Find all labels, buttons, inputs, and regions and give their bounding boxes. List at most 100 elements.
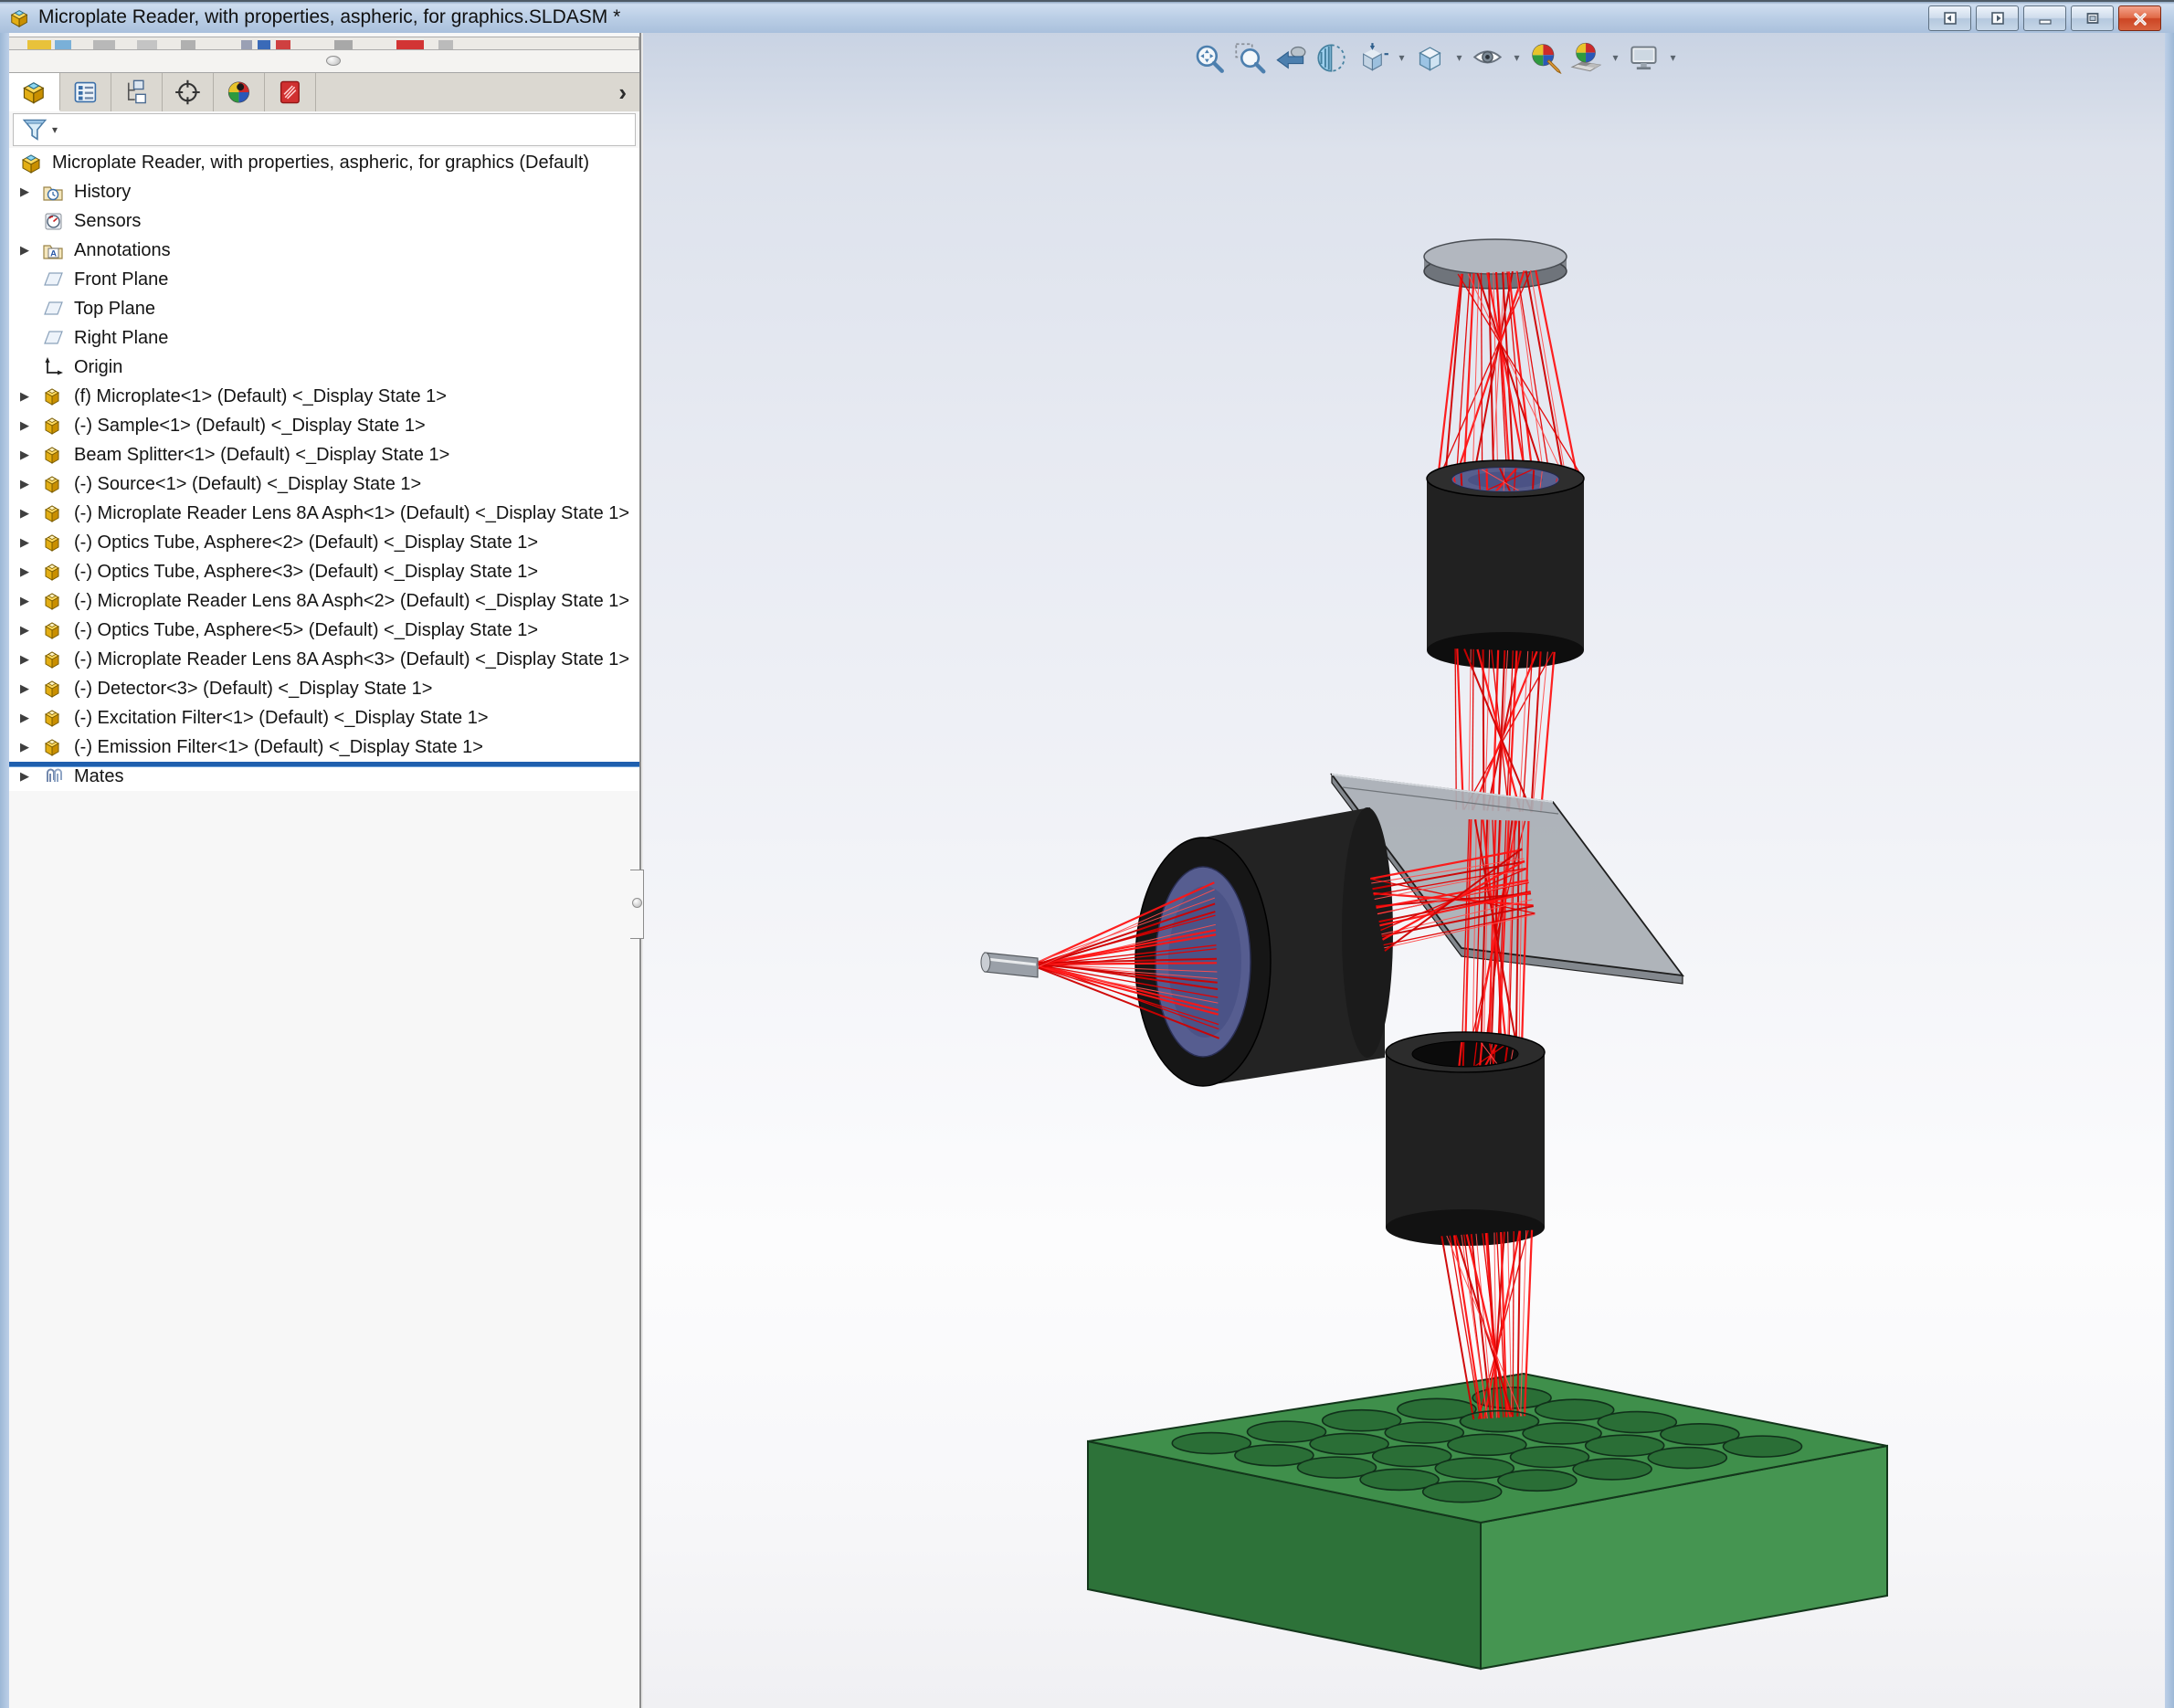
tree-item-detector-3[interactable]: ▶ (-) Detector<3> (Default) <_Display St…: [9, 674, 639, 703]
expand-arrow-icon[interactable]: ▶: [20, 594, 42, 608]
tab-dimxpert-manager[interactable]: [163, 73, 214, 111]
panel-vertical-splitter[interactable]: [630, 870, 644, 939]
rollback-bar[interactable]: [9, 762, 639, 766]
pane-sliver-fragment: [137, 40, 157, 50]
hide-show-items-dropdown-arrow[interactable]: ▾: [1510, 51, 1524, 64]
detector-disk-3d[interactable]: [1424, 239, 1567, 289]
well-2-4[interactable]: [1573, 1459, 1652, 1480]
tree-item-source-1[interactable]: ▶ (-) Source<1> (Default) <_Display Stat…: [9, 469, 639, 499]
tree-item-label: Top Plane: [74, 299, 155, 320]
tree-item-label: Sensors: [74, 211, 141, 232]
expand-arrow-icon[interactable]: ▶: [20, 623, 42, 638]
minimize-button[interactable]: [2023, 5, 2066, 31]
tree-item-top-plane[interactable]: Top Plane: [9, 294, 639, 323]
tree-item-mr-lens-8a-asph-3[interactable]: ▶ (-) Microplate Reader Lens 8A Asph<3> …: [9, 645, 639, 674]
upper-optics-tube-3d[interactable]: [1427, 460, 1584, 669]
tree-filter-bar[interactable]: ▾: [13, 113, 636, 146]
tree-item-excitation-filter-1[interactable]: ▶ (-) Excitation Filter<1> (Default) <_D…: [9, 703, 639, 733]
edit-appearance-button[interactable]: [1526, 38, 1565, 77]
expand-arrow-icon[interactable]: ▶: [20, 448, 42, 462]
plane-icon: [42, 297, 66, 321]
tab-display-manager[interactable]: [214, 73, 265, 111]
tree-item-right-plane[interactable]: Right Plane: [9, 323, 639, 353]
tab-property-manager[interactable]: [60, 73, 111, 111]
tree-item-mr-lens-8a-asph-2[interactable]: ▶ (-) Microplate Reader Lens 8A Asph<2> …: [9, 586, 639, 616]
part-icon: [42, 735, 66, 759]
graphics-viewport[interactable]: ▾ ▾ ▾ ▾ ▾: [643, 33, 2165, 1708]
tree-item-optics-tube-asphere-3[interactable]: ▶ (-) Optics Tube, Asphere<3> (Default) …: [9, 557, 639, 586]
lower-optics-tube-3d[interactable]: [1386, 1032, 1545, 1246]
pane-horizontal-splitter[interactable]: [9, 50, 639, 72]
tree-item-front-plane[interactable]: Front Plane: [9, 265, 639, 294]
expand-arrow-icon[interactable]: ▶: [20, 740, 42, 754]
view-orientation-dropdown-arrow[interactable]: ▾: [1395, 51, 1409, 64]
view-settings-button[interactable]: [1625, 38, 1663, 77]
tree-item-emission-filter-1[interactable]: ▶ (-) Emission Filter<1> (Default) <_Dis…: [9, 733, 639, 762]
tab-featuremanager-design-tree[interactable]: [9, 73, 60, 111]
pane-splitter-grip[interactable]: [326, 56, 341, 66]
zoom-to-area-button[interactable]: [1230, 38, 1269, 77]
well-4-4[interactable]: [1423, 1481, 1502, 1502]
display-style-button[interactable]: [1411, 38, 1450, 77]
expand-arrow-icon[interactable]: ▶: [20, 681, 42, 696]
tree-item-label: Beam Splitter<1> (Default) <_Display Sta…: [74, 445, 449, 466]
panel-splitter-dot[interactable]: [632, 898, 642, 908]
expand-arrow-icon[interactable]: ▶: [20, 769, 42, 784]
tree-item-label: (-) Excitation Filter<1> (Default) <_Dis…: [74, 708, 489, 729]
zoom-fit-icon: [1192, 41, 1225, 74]
zoom-to-fit-button[interactable]: [1189, 38, 1228, 77]
section-view-button[interactable]: [1313, 38, 1351, 77]
tree-item-microplate-1[interactable]: ▶ (f) Microplate<1> (Default) <_Display …: [9, 382, 639, 411]
apply-scene-dropdown-arrow[interactable]: ▾: [1609, 51, 1622, 64]
expand-arrow-icon[interactable]: ▶: [20, 185, 42, 199]
view-orientation-button[interactable]: [1354, 38, 1392, 77]
tree-item-history[interactable]: ▶ History: [9, 177, 639, 206]
well-0-4[interactable]: [1723, 1436, 1801, 1457]
tree-item-sample-1[interactable]: ▶ (-) Sample<1> (Default) <_Display Stat…: [9, 411, 639, 440]
tree-item-root[interactable]: Microplate Reader, with properties, asph…: [9, 148, 639, 177]
3d-scene[interactable]: [643, 33, 2165, 1708]
close-button[interactable]: [2118, 5, 2161, 31]
tree-item-annotations[interactable]: ▶ Annotations: [9, 236, 639, 265]
tree-item-label: History: [74, 182, 131, 203]
tree-item-label: (-) Detector<3> (Default) <_Display Stat…: [74, 679, 432, 700]
close-icon: [2132, 11, 2148, 26]
expand-arrow-icon[interactable]: ▶: [20, 652, 42, 667]
tree-item-beam-splitter-1[interactable]: ▶ Beam Splitter<1> (Default) <_Display S…: [9, 440, 639, 469]
expand-arrow-icon[interactable]: ▶: [20, 711, 42, 725]
tab-configuration-manager[interactable]: [111, 73, 163, 111]
display-style-dropdown-arrow[interactable]: ▾: [1452, 51, 1466, 64]
view-settings-dropdown-arrow[interactable]: ▾: [1666, 51, 1680, 64]
panel-expand-chevron[interactable]: ›: [618, 79, 627, 107]
tree-item-label: (-) Sample<1> (Default) <_Display State …: [74, 416, 426, 437]
well-3-4[interactable]: [1498, 1470, 1577, 1491]
tree-item-sensors[interactable]: Sensors: [9, 206, 639, 236]
expand-arrow-icon[interactable]: ▶: [20, 535, 42, 550]
tree-item-optics-tube-asphere-2[interactable]: ▶ (-) Optics Tube, Asphere<2> (Default) …: [9, 528, 639, 557]
filter-funnel-icon[interactable]: [21, 116, 48, 143]
hide-show-items-button[interactable]: [1469, 38, 1507, 77]
expand-arrow-icon[interactable]: ▶: [20, 506, 42, 521]
expand-arrow-icon[interactable]: ▶: [20, 477, 42, 491]
toggle-left-pane-button[interactable]: [1928, 5, 1971, 31]
filter-dropdown-caret[interactable]: ▾: [52, 123, 58, 136]
tree-item-mr-lens-8a-asph-1[interactable]: ▶ (-) Microplate Reader Lens 8A Asph<1> …: [9, 499, 639, 528]
expand-arrow-icon[interactable]: ▶: [20, 389, 42, 404]
part-icon: [42, 531, 66, 554]
apply-scene-button[interactable]: [1567, 38, 1606, 77]
tree-item-label: (-) Microplate Reader Lens 8A Asph<3> (D…: [74, 649, 629, 670]
expand-arrow-icon[interactable]: ▶: [20, 564, 42, 579]
restore-button[interactable]: [2071, 5, 2114, 31]
source-lens-tube-3d[interactable]: [1135, 807, 1393, 1086]
expand-arrow-icon[interactable]: ▶: [20, 418, 42, 433]
tree-item-label: Origin: [74, 357, 122, 378]
well-1-4[interactable]: [1648, 1448, 1726, 1469]
previous-view-button[interactable]: [1272, 38, 1310, 77]
tree-item-origin[interactable]: Origin: [9, 353, 639, 382]
tab-addin-manager[interactable]: [265, 73, 316, 111]
toggle-right-pane-button[interactable]: [1976, 5, 2019, 31]
tree-item-optics-tube-asphere-5[interactable]: ▶ (-) Optics Tube, Asphere<5> (Default) …: [9, 616, 639, 645]
expand-arrow-icon[interactable]: ▶: [20, 243, 42, 258]
pane-sliver-fragment: [396, 40, 424, 50]
source-fiber-3d[interactable]: [981, 953, 1038, 977]
